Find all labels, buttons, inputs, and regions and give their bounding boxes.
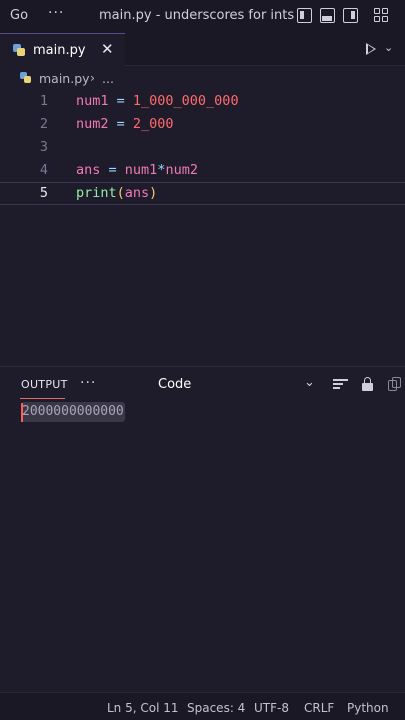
breadcrumb-separator: ›: [90, 70, 95, 85]
code-token: =: [108, 116, 133, 132]
code-line[interactable]: 3: [0, 137, 405, 160]
code-token: num1: [124, 162, 158, 178]
output-panel: OUTPUT ··· Code ⌄ 2000000000000: [0, 366, 405, 692]
code-token: 2_000: [132, 116, 174, 132]
code-token: ): [149, 185, 158, 201]
code-token: num2: [76, 116, 109, 132]
toggle-secondary-sidebar-icon[interactable]: [343, 8, 358, 23]
code-line[interactable]: 2 num2 = 2_000: [0, 114, 405, 137]
customize-layout-icon[interactable]: [374, 8, 389, 23]
output-text[interactable]: 2000000000000: [21, 402, 125, 422]
menu-overflow-button[interactable]: ···: [48, 5, 64, 21]
encoding[interactable]: UTF-8: [254, 701, 289, 715]
clear-output-icon[interactable]: [333, 379, 348, 390]
tab-output[interactable]: OUTPUT: [21, 378, 68, 391]
line-number: 4: [39, 162, 48, 178]
code-line-active[interactable]: 5 print(ans): [0, 182, 405, 205]
editor-tab-bar: main.py ✕ ⌄: [0, 33, 405, 66]
run-icon[interactable]: [366, 43, 376, 55]
code-token: num1: [76, 93, 109, 109]
active-tab-indicator: [20, 398, 65, 399]
menu-go[interactable]: Go: [10, 8, 28, 23]
copy-icon[interactable]: [388, 377, 402, 392]
toggle-primary-sidebar-icon[interactable]: [297, 8, 312, 23]
chevron-down-icon[interactable]: ⌄: [304, 375, 315, 390]
line-number: 3: [39, 139, 48, 155]
toggle-panel-icon[interactable]: [320, 8, 335, 23]
code-token: =: [108, 93, 133, 109]
lock-icon[interactable]: [362, 377, 373, 391]
code-token: (: [116, 185, 125, 201]
chevron-down-icon[interactable]: ⌄: [384, 41, 393, 54]
code-token: ans: [124, 185, 150, 201]
end-of-line[interactable]: CRLF: [304, 701, 334, 715]
panel-overflow-button[interactable]: ···: [80, 375, 96, 391]
code-token: =: [100, 162, 125, 178]
line-number: 2: [39, 116, 48, 132]
title-bar: Go ··· main.py - underscores for ints - …: [0, 0, 405, 33]
code-token: print: [76, 185, 117, 201]
line-number: 1: [39, 93, 48, 109]
code-token: num2: [165, 162, 198, 178]
code-line[interactable]: 1 num1 = 1_000_000_000: [0, 91, 405, 114]
cursor-position[interactable]: Ln 5, Col 11: [107, 701, 179, 715]
python-file-icon: [20, 72, 31, 83]
language-mode[interactable]: Python: [347, 701, 389, 715]
breadcrumb-symbols[interactable]: ...: [102, 71, 114, 86]
indentation[interactable]: Spaces: 4: [187, 701, 245, 715]
close-icon[interactable]: ✕: [101, 40, 114, 58]
window-title: main.py - underscores for ints - V...: [99, 8, 294, 23]
code-line[interactable]: 4 ans = num1*num2: [0, 160, 405, 183]
tab-main-py[interactable]: main.py ✕: [0, 33, 125, 66]
tab-label: main.py: [33, 43, 86, 58]
breadcrumb-file[interactable]: main.py: [39, 71, 90, 86]
output-channel-select[interactable]: Code: [158, 377, 191, 392]
code-token: 1_000_000_000: [132, 93, 239, 109]
status-bar: Ln 5, Col 11 Spaces: 4 UTF-8 CRLF Python: [0, 692, 405, 720]
line-number: 5: [39, 185, 48, 201]
code-token: ans: [76, 162, 101, 178]
breadcrumb: main.py › ...: [0, 66, 405, 90]
code-editor[interactable]: 1 num1 = 1_000_000_000 2 num2 = 2_000 3 …: [0, 90, 405, 366]
python-file-icon: [13, 44, 25, 56]
text-cursor: [21, 403, 23, 422]
